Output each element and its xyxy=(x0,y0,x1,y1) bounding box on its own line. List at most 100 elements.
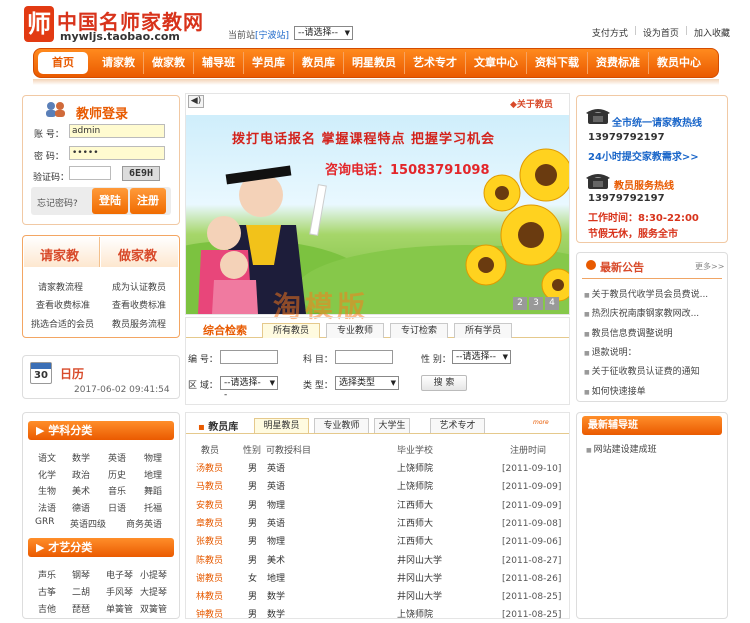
art-link[interactable]: 声乐 xyxy=(38,568,56,581)
subject-link[interactable]: 法语 xyxy=(38,501,56,514)
teacher-name[interactable]: 谢教员 xyxy=(196,571,223,587)
nav-teacher-center[interactable]: 教员中心 xyxy=(649,52,709,74)
news-more-link[interactable]: 更多>> xyxy=(695,261,724,272)
nav-students[interactable]: 学员库 xyxy=(244,52,294,74)
nav-classes[interactable]: 辅导班 xyxy=(194,52,244,74)
station-value[interactable]: [宁波站] xyxy=(255,31,289,41)
table-row[interactable]: 章教员 男英语 江西师大 [2011-09-08] xyxy=(196,516,566,532)
teacher-name[interactable]: 章教员 xyxy=(196,516,223,532)
subject-link[interactable]: 日语 xyxy=(108,501,126,514)
subject-link[interactable]: 数学 xyxy=(72,451,90,464)
station-select[interactable]: --请选择-- xyxy=(294,26,353,40)
hotline-phone-2[interactable]: 13979792197 xyxy=(588,193,665,204)
about-teacher-link[interactable]: ◆关于教员 xyxy=(510,97,553,110)
teacher-name[interactable]: 林教员 xyxy=(196,589,223,605)
art-link[interactable]: 手风琴 xyxy=(106,585,133,598)
tab-special-search[interactable]: 专订检索 xyxy=(390,323,448,338)
teachers-more-link[interactable]: more xyxy=(533,419,549,426)
teacher-name[interactable]: 汤教员 xyxy=(196,461,223,477)
art-link[interactable]: 大提琴 xyxy=(140,585,167,598)
nav-fees[interactable]: 资费标准 xyxy=(588,52,649,74)
art-link[interactable]: 电子琴 xyxy=(106,568,133,581)
subject-link[interactable]: 英语四级 xyxy=(70,517,106,530)
subject-link[interactable]: 美术 xyxy=(72,484,90,497)
password-input[interactable]: ••••• xyxy=(69,146,165,160)
teacher-name[interactable]: 钟教员 xyxy=(196,607,223,623)
teacher-name[interactable]: 张教员 xyxy=(196,534,223,550)
subject-link[interactable]: 托福 xyxy=(144,501,162,514)
subject-link[interactable]: 物理 xyxy=(144,451,162,464)
nav-art-talents[interactable]: 艺术专才 xyxy=(405,52,466,74)
banner-page-2[interactable]: 2 xyxy=(513,297,527,310)
add-favorite-link[interactable]: 加入收藏 xyxy=(694,26,730,39)
subject-input[interactable] xyxy=(335,350,393,364)
tab-all-teachers[interactable]: 所有教员 xyxy=(262,323,320,338)
art-link[interactable]: 二胡 xyxy=(72,585,90,598)
payment-link[interactable]: 支付方式 xyxy=(592,26,628,39)
news-item[interactable]: 热烈庆祝南康钢家教网改... xyxy=(584,306,700,319)
set-homepage-link[interactable]: 设为首页 xyxy=(643,26,679,39)
hire-pick-link[interactable]: 挑选合适的会员 xyxy=(31,317,94,330)
subject-link[interactable]: 政治 xyxy=(72,468,90,481)
subject-link[interactable]: 地理 xyxy=(144,468,162,481)
news-item[interactable]: 如何快速接单 xyxy=(584,384,646,397)
type-select[interactable]: 选择类型 xyxy=(335,376,399,390)
banner-page-3[interactable]: 3 xyxy=(529,297,543,310)
subject-link[interactable]: 语文 xyxy=(38,451,56,464)
art-link[interactable]: 双簧管 xyxy=(140,602,167,615)
subject-link[interactable]: 音乐 xyxy=(108,484,126,497)
tab-professional[interactable]: 专业教师 xyxy=(314,418,369,433)
subject-link[interactable]: 舞蹈 xyxy=(144,484,162,497)
login-button[interactable]: 登陆 xyxy=(92,188,128,214)
subject-link[interactable]: 德语 xyxy=(72,501,90,514)
teacher-name[interactable]: 陈教员 xyxy=(196,553,223,569)
teach-process-link[interactable]: 教员服务流程 xyxy=(112,317,166,330)
be-tutor-title[interactable]: 做家教 xyxy=(118,245,157,264)
nav-hire-tutor[interactable]: 请家教 xyxy=(94,52,144,74)
table-row[interactable]: 张教员 男物理 江西师大 [2011-09-06] xyxy=(196,534,566,550)
news-item[interactable]: 关于征收教员认证费的通知 xyxy=(584,364,700,377)
art-link[interactable]: 小提琴 xyxy=(140,568,167,581)
hire-fees-link[interactable]: 查看收费标准 xyxy=(36,298,90,311)
subject-link[interactable]: GRR xyxy=(35,517,54,527)
nav-be-tutor[interactable]: 做家教 xyxy=(144,52,194,74)
teach-certify-link[interactable]: 成为认证教员 xyxy=(112,280,166,293)
banner-image[interactable]: 拨打电话报名 掌握课程特点 把握学习机会 咨询电话：15083791098 xyxy=(186,115,569,314)
nav-home[interactable]: 首页 xyxy=(38,52,88,74)
subject-link[interactable]: 商务英语 xyxy=(126,517,162,530)
art-link[interactable]: 钢琴 xyxy=(72,568,90,581)
news-item[interactable]: 教员信息费调整说明 xyxy=(584,326,673,339)
nav-teachers[interactable]: 教员库 xyxy=(294,52,344,74)
art-link[interactable]: 古筝 xyxy=(38,585,56,598)
table-row[interactable]: 马教员 男英语 上饶师院 [2011-09-09] xyxy=(196,479,566,495)
captcha-input[interactable] xyxy=(69,166,111,180)
hire-process-link[interactable]: 请家教流程 xyxy=(38,280,83,293)
subject-link[interactable]: 英语 xyxy=(108,451,126,464)
nav-downloads[interactable]: 资料下载 xyxy=(527,52,588,74)
teacher-name[interactable]: 安教员 xyxy=(196,498,223,514)
tab-all-students[interactable]: 所有学员 xyxy=(454,323,512,338)
art-link[interactable]: 琵琶 xyxy=(72,602,90,615)
nav-articles[interactable]: 文章中心 xyxy=(466,52,527,74)
tab-art-talent[interactable]: 艺术专才 xyxy=(430,418,485,433)
subject-link[interactable]: 化学 xyxy=(38,468,56,481)
forgot-password-link[interactable]: 忘记密码? xyxy=(37,196,78,209)
class-item[interactable]: 网站建设建成班 xyxy=(586,442,657,455)
news-item[interactable]: 关于教员代收学员会员费说... xyxy=(584,287,709,300)
tab-star-teachers[interactable]: 明星教员 xyxy=(254,418,309,433)
table-row[interactable]: 汤教员 男英语 上饶师院 [2011-09-10] xyxy=(196,461,566,477)
table-row[interactable]: 谢教员 女地理 井冈山大学 [2011-08-26] xyxy=(196,571,566,587)
hire-tutor-title[interactable]: 请家教 xyxy=(40,245,79,264)
teach-fees-link[interactable]: 查看收费标准 xyxy=(112,298,166,311)
speaker-icon[interactable]: ◀) xyxy=(188,95,204,108)
table-row[interactable]: 陈教员 男美术 井冈山大学 [2011-08-27] xyxy=(196,553,566,569)
subject-link[interactable]: 生物 xyxy=(38,484,56,497)
hotline-phone-1[interactable]: 13979792197 xyxy=(588,132,665,143)
teacher-name[interactable]: 马教员 xyxy=(196,479,223,495)
tab-college[interactable]: 大学生 xyxy=(374,418,410,433)
art-link[interactable]: 单簧管 xyxy=(106,602,133,615)
art-link[interactable]: 吉他 xyxy=(38,602,56,615)
table-row[interactable]: 钟教员 男数学 上饶师院 [2011-08-25] xyxy=(196,607,566,623)
banner-page-4[interactable]: 4 xyxy=(545,297,559,310)
register-button[interactable]: 注册 xyxy=(130,188,166,214)
